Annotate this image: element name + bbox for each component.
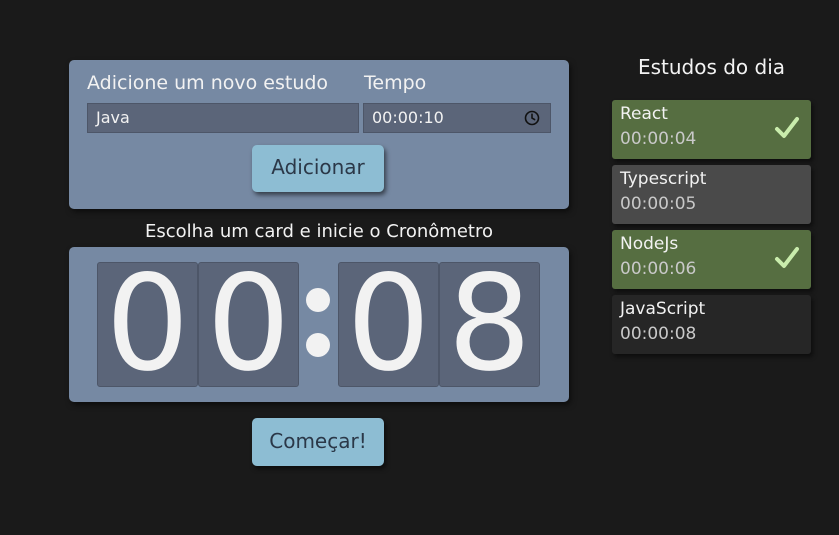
timer-instruction: Escolha um card e inicie o Cronômetro: [145, 221, 493, 242]
seconds-tens-digit: 0: [338, 262, 439, 387]
new-study-form: Adicione um novo estudo Tempo Java 00:00…: [69, 60, 569, 209]
study-item-name: Typescript: [620, 169, 707, 189]
study-item-time: 00:00:08: [620, 324, 697, 344]
study-item-name: NodeJs: [620, 234, 679, 254]
stopwatch: 0 0 0 8: [69, 247, 569, 402]
study-item-javascript[interactable]: JavaScript 00:00:08: [612, 295, 811, 354]
study-label: Adicione um novo estudo: [87, 72, 329, 94]
time-input-value: 00:00:10: [372, 108, 444, 127]
sidebar-title: Estudos do dia: [637, 55, 786, 79]
study-item-time: 00:00:05: [620, 194, 697, 214]
clock-icon[interactable]: [524, 110, 540, 126]
colon-bottom-dot: [306, 333, 330, 357]
study-item-name: React: [620, 104, 668, 124]
start-button[interactable]: Começar!: [252, 418, 384, 466]
study-item-nodejs[interactable]: NodeJs 00:00:06: [612, 230, 811, 289]
minutes-tens-digit: 0: [97, 262, 198, 387]
check-icon: [775, 117, 799, 138]
study-input[interactable]: Java: [87, 103, 359, 133]
add-button[interactable]: Adicionar: [252, 145, 384, 192]
study-item-typescript[interactable]: Typescript 00:00:05: [612, 165, 811, 224]
study-item-time: 00:00:04: [620, 129, 697, 149]
seconds-ones-digit: 8: [439, 262, 540, 387]
study-item-name: JavaScript: [620, 299, 706, 319]
study-item-time: 00:00:06: [620, 259, 697, 279]
minutes-ones-digit: 0: [198, 262, 299, 387]
time-label: Tempo: [364, 72, 427, 94]
colon-top-dot: [306, 288, 330, 312]
check-icon: [775, 247, 799, 268]
study-item-react[interactable]: React 00:00:04: [612, 100, 811, 159]
time-input[interactable]: 00:00:10: [363, 103, 551, 133]
